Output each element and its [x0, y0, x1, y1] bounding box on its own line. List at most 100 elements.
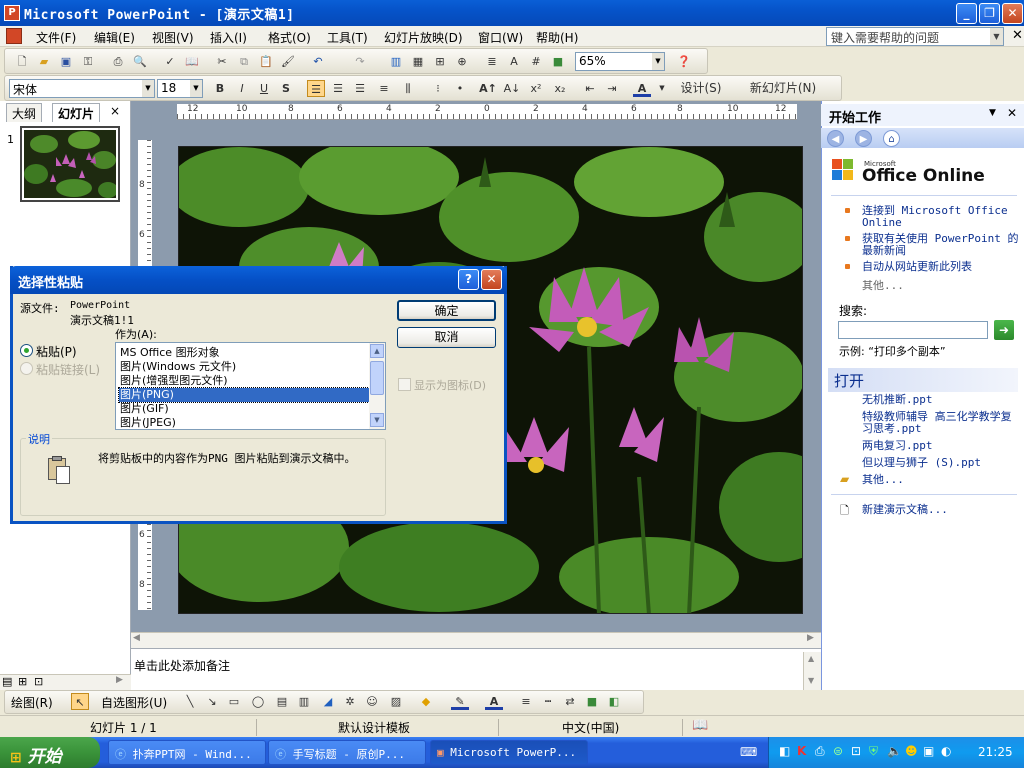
decrease-indent-icon[interactable]: ⇤: [581, 80, 599, 97]
listbox-scrollbar[interactable]: ▲ ▼: [369, 343, 385, 429]
tray-app-icon[interactable]: ◐: [941, 744, 951, 758]
office-online-label[interactable]: Office Online: [862, 166, 985, 186]
notes-pane[interactable]: 单击此处添加备注: [131, 648, 821, 690]
document-icon[interactable]: [6, 28, 22, 44]
paste-icon[interactable]: 📋: [257, 53, 275, 70]
open-more-link[interactable]: 其他...: [862, 474, 904, 486]
taskbar-button-ie[interactable]: ⓔ 扑奔PPT网 - Wind...: [108, 740, 266, 765]
new-slide-button[interactable]: 新幻灯片(N): [741, 80, 825, 97]
dialog-title-bar[interactable]: 选择性粘贴 ? ✕: [10, 266, 507, 294]
line-color-icon[interactable]: ✎: [451, 693, 469, 710]
menu-help[interactable]: 帮助(H): [536, 29, 578, 46]
diagram-icon[interactable]: ✲: [341, 693, 359, 710]
align-right-icon[interactable]: ☰: [351, 80, 369, 97]
paste-as-listbox[interactable]: MS Office 图形对象 图片(Windows 元文件) 图片(增强型图元文…: [115, 342, 386, 430]
slide-sorter-icon[interactable]: ⊞: [18, 675, 27, 688]
scroll-down-icon[interactable]: ▼: [370, 413, 384, 427]
task-pane-search-input[interactable]: [838, 321, 988, 339]
line-icon[interactable]: ╲: [181, 693, 199, 710]
draw-menu-button[interactable]: 绘图(R): [11, 694, 53, 711]
menu-format[interactable]: 格式(O): [268, 29, 311, 46]
close-icon[interactable]: ✕: [1007, 106, 1017, 120]
show-formatting-icon[interactable]: A: [505, 53, 523, 70]
research-icon[interactable]: 📖: [183, 53, 201, 70]
subscript-icon[interactable]: x₂: [551, 80, 569, 97]
autoshapes-menu-button[interactable]: 自选图形(U): [101, 694, 167, 711]
powerpoint-app-icon[interactable]: P: [4, 5, 20, 21]
format-painter-icon[interactable]: 🖌: [279, 53, 297, 70]
superscript-icon[interactable]: x²: [527, 80, 545, 97]
shadow-icon[interactable]: S: [277, 80, 295, 97]
font-color-icon[interactable]: A: [485, 693, 503, 710]
vertical-textbox-icon[interactable]: ▥: [295, 693, 313, 710]
align-center-icon[interactable]: ☰: [329, 80, 347, 97]
title-bar[interactable]: P Microsoft PowerPoint - [演示文稿1] _ ❐ ✕: [0, 0, 1024, 26]
slideshow-icon[interactable]: ⊡: [34, 675, 43, 688]
paste-radio[interactable]: [20, 344, 33, 357]
help-search-input[interactable]: 键入需要帮助的问题 ▼: [826, 27, 1004, 46]
insert-table-icon[interactable]: ▦: [409, 53, 427, 70]
back-icon[interactable]: ◀: [827, 130, 844, 147]
security-icon[interactable]: ⛨: [869, 744, 878, 759]
recent-file-link[interactable]: 但以理与狮子 (S).ppt: [862, 457, 981, 469]
tray-icon[interactable]: ◧: [779, 744, 790, 758]
chevron-down-icon[interactable]: ▼: [653, 80, 671, 97]
recent-file-link[interactable]: 两电复习.ppt: [862, 440, 933, 452]
chevron-down-icon[interactable]: ▼: [142, 80, 154, 97]
link-connect-office-online[interactable]: 连接到 Microsoft Office Online: [862, 205, 1012, 229]
decrease-font-icon[interactable]: A↓: [503, 80, 521, 97]
recent-file-link[interactable]: 特级教师辅导 高三化学教学复习思考.ppt: [862, 411, 1020, 435]
zoom-select[interactable]: 65% ▼: [575, 52, 665, 71]
ok-button[interactable]: 确定: [397, 300, 496, 321]
antivirus-icon[interactable]: K: [797, 744, 806, 758]
font-size-select[interactable]: 18 ▼: [157, 79, 203, 98]
menu-view[interactable]: 视图(V): [152, 29, 194, 46]
taskbar-button-ie[interactable]: ⓔ 手写标题 - 原创P...: [268, 740, 426, 765]
network-icon[interactable]: ⊡: [851, 744, 861, 758]
menu-edit[interactable]: 编辑(E): [94, 29, 135, 46]
new-presentation-link[interactable]: 新建演示文稿...: [862, 504, 948, 516]
print-preview-icon[interactable]: 🔍: [131, 53, 149, 70]
undo-icon[interactable]: ↶: [309, 53, 327, 70]
list-item[interactable]: 图片(增强型图元文件): [119, 374, 369, 388]
wordart-icon[interactable]: ◢: [319, 693, 337, 710]
scroll-up-icon[interactable]: ▲: [370, 344, 384, 358]
horizontal-scrollbar[interactable]: ◀ ▶: [131, 632, 821, 648]
text-direction-icon[interactable]: ⫼: [399, 80, 417, 97]
color-grayscale-icon[interactable]: ■: [549, 53, 567, 70]
volume-icon[interactable]: 🔈: [887, 744, 902, 758]
copy-icon[interactable]: ⧉: [235, 53, 253, 70]
new-icon[interactable]: 🗋: [13, 53, 31, 70]
link-more[interactable]: 其他...: [862, 280, 904, 292]
menu-file[interactable]: 文件(F): [36, 29, 76, 46]
textbox-icon[interactable]: ▤: [273, 693, 291, 710]
scroll-left-icon[interactable]: ◀: [133, 633, 140, 643]
expand-all-icon[interactable]: ≣: [483, 53, 501, 70]
insert-chart-icon[interactable]: ▥: [387, 53, 405, 70]
printer-icon[interactable]: ⎙: [815, 744, 825, 759]
cut-icon[interactable]: ✂: [213, 53, 231, 70]
tab-outline[interactable]: 大纲: [6, 103, 43, 122]
arrow-icon[interactable]: ↘: [203, 693, 221, 710]
distribute-icon[interactable]: ≡: [375, 80, 393, 97]
bullets-icon[interactable]: •: [451, 80, 469, 97]
oval-icon[interactable]: ◯: [249, 693, 267, 710]
scroll-up-icon[interactable]: ▲: [808, 654, 814, 663]
close-icon[interactable]: ✕: [481, 269, 502, 290]
redo-icon[interactable]: ↷: [351, 53, 369, 70]
link-auto-update[interactable]: 自动从网站更新此列表: [862, 261, 1012, 273]
increase-font-icon[interactable]: A↑: [479, 80, 497, 97]
chevron-down-icon[interactable]: ▼: [652, 53, 664, 70]
save-icon[interactable]: ▣: [57, 53, 75, 70]
list-item[interactable]: 图片(JPEG): [119, 416, 369, 430]
clipart-icon[interactable]: ☺: [363, 693, 381, 710]
taskbar-button-powerpoint[interactable]: ▣ Microsoft PowerP...: [430, 740, 588, 765]
tab-slides[interactable]: 幻灯片: [52, 103, 101, 122]
font-color-icon[interactable]: A: [633, 80, 651, 97]
tray-app-icon[interactable]: ☻: [905, 744, 918, 758]
tables-borders-icon[interactable]: ⊞: [431, 53, 449, 70]
clock[interactable]: 21:25: [978, 745, 1013, 759]
close-pane-icon[interactable]: ×: [110, 104, 120, 118]
close-document-icon[interactable]: ✕: [1012, 28, 1023, 43]
shadow-style-icon[interactable]: ■: [583, 693, 601, 710]
